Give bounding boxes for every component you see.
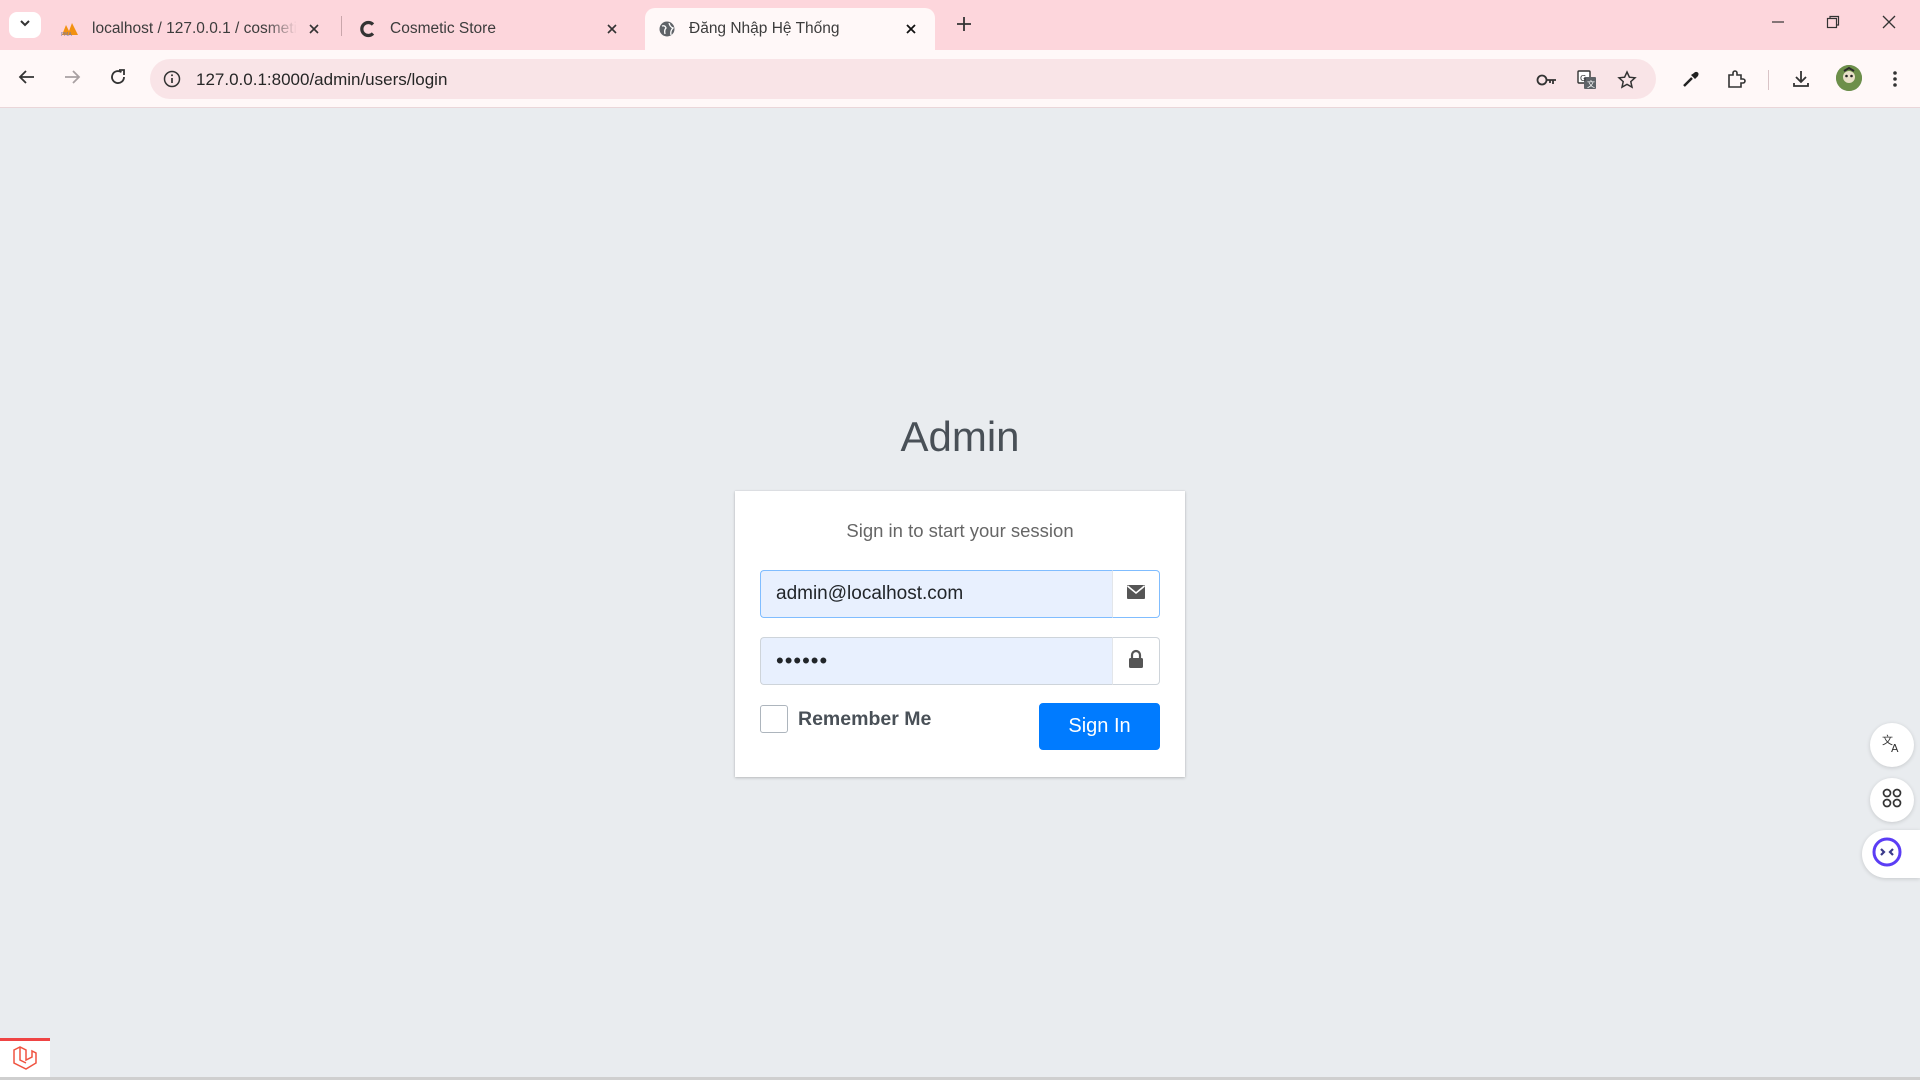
tab-search-button[interactable] bbox=[9, 12, 41, 38]
remember-me[interactable]: Remember Me bbox=[760, 705, 931, 733]
command-grid-icon bbox=[1881, 787, 1903, 814]
tab-strip: PMA localhost / 127.0.0.1 / cosmetic Cos… bbox=[0, 0, 1920, 50]
download-icon[interactable] bbox=[1788, 66, 1814, 92]
email-input-group: admin@localhost.com bbox=[760, 570, 1160, 618]
svg-text:G: G bbox=[1580, 74, 1586, 83]
restore-icon bbox=[1826, 15, 1840, 34]
tab-login-active[interactable]: Đăng Nhập Hệ Thống bbox=[645, 8, 935, 50]
c-logo-icon bbox=[358, 19, 378, 39]
tab-title: Cosmetic Store bbox=[390, 20, 496, 37]
remember-label[interactable]: Remember Me bbox=[798, 708, 931, 731]
arrow-left-icon bbox=[18, 68, 36, 91]
close-icon[interactable] bbox=[602, 19, 622, 39]
translate-widget-button[interactable]: 文A bbox=[1870, 723, 1914, 767]
reload-icon bbox=[109, 68, 127, 91]
tab-phpmyadmin[interactable]: PMA localhost / 127.0.0.1 / cosmetic bbox=[48, 8, 338, 50]
lock-icon bbox=[1128, 649, 1144, 674]
toolbar-separator bbox=[1768, 70, 1769, 90]
tab-separator bbox=[341, 16, 342, 36]
minimize-icon bbox=[1771, 15, 1785, 34]
envelope-icon bbox=[1126, 584, 1146, 605]
profile-avatar[interactable] bbox=[1836, 65, 1862, 91]
apps-widget-button[interactable] bbox=[1870, 778, 1914, 822]
login-box-message: Sign in to start your session bbox=[846, 520, 1074, 541]
tab-title: localhost / 127.0.0.1 / cosmetic bbox=[92, 20, 297, 37]
close-icon[interactable] bbox=[901, 19, 921, 39]
close-window-button[interactable] bbox=[1866, 8, 1912, 40]
email-addon bbox=[1112, 570, 1160, 618]
password-field[interactable]: •••••• bbox=[760, 637, 1112, 685]
url-text: 127.0.0.1:8000/admin/users/login bbox=[196, 70, 448, 89]
extensions-puzzle-icon[interactable] bbox=[1723, 66, 1749, 92]
sign-in-button[interactable]: Sign In bbox=[1039, 703, 1160, 750]
remember-checkbox[interactable] bbox=[760, 705, 788, 733]
translate-icon[interactable]: G文 bbox=[1576, 69, 1598, 91]
tab-cosmetic-store[interactable]: Cosmetic Store bbox=[346, 8, 636, 50]
assistant-widget-button[interactable] bbox=[1862, 830, 1920, 878]
chevron-down-icon bbox=[18, 16, 32, 35]
laravel-logo-icon bbox=[12, 1046, 38, 1075]
close-icon bbox=[1882, 15, 1896, 34]
more-menu-icon[interactable] bbox=[1882, 66, 1908, 92]
back-button[interactable] bbox=[12, 64, 42, 94]
login-logo: Admin bbox=[900, 413, 1020, 460]
phpmyadmin-icon: PMA bbox=[60, 19, 80, 39]
assistant-face-icon bbox=[1872, 837, 1902, 872]
email-field[interactable]: admin@localhost.com bbox=[760, 570, 1112, 618]
forward-button[interactable] bbox=[57, 64, 87, 94]
translate-icon: 文A bbox=[1881, 732, 1903, 759]
restore-button[interactable] bbox=[1810, 8, 1856, 40]
eyedropper-icon[interactable] bbox=[1678, 66, 1704, 92]
reload-button[interactable] bbox=[103, 64, 133, 94]
bookmark-star-icon[interactable] bbox=[1616, 69, 1638, 91]
new-tab-button[interactable] bbox=[950, 12, 978, 40]
browser-toolbar: 127.0.0.1:8000/admin/users/login G文 bbox=[0, 50, 1920, 108]
tab-title: Đăng Nhập Hệ Thống bbox=[689, 20, 840, 37]
password-key-icon[interactable] bbox=[1536, 69, 1558, 91]
password-addon bbox=[1112, 637, 1160, 685]
svg-text:文: 文 bbox=[1587, 79, 1595, 89]
plus-icon bbox=[956, 16, 972, 37]
login-card: Sign in to start your session admin@loca… bbox=[735, 491, 1185, 777]
address-bar[interactable]: 127.0.0.1:8000/admin/users/login G文 bbox=[150, 59, 1656, 99]
site-info-icon[interactable] bbox=[162, 69, 182, 89]
globe-icon bbox=[657, 19, 677, 39]
svg-text:A: A bbox=[1891, 742, 1899, 754]
close-icon[interactable] bbox=[304, 19, 324, 39]
minimize-button[interactable] bbox=[1755, 8, 1801, 40]
arrow-right-icon bbox=[63, 68, 81, 91]
password-input-group: •••••• bbox=[760, 637, 1160, 685]
login-page: Admin Sign in to start your session admi… bbox=[0, 108, 1920, 1080]
svg-text:PMA: PMA bbox=[61, 32, 72, 37]
debugbar-toggle[interactable] bbox=[0, 1038, 50, 1080]
